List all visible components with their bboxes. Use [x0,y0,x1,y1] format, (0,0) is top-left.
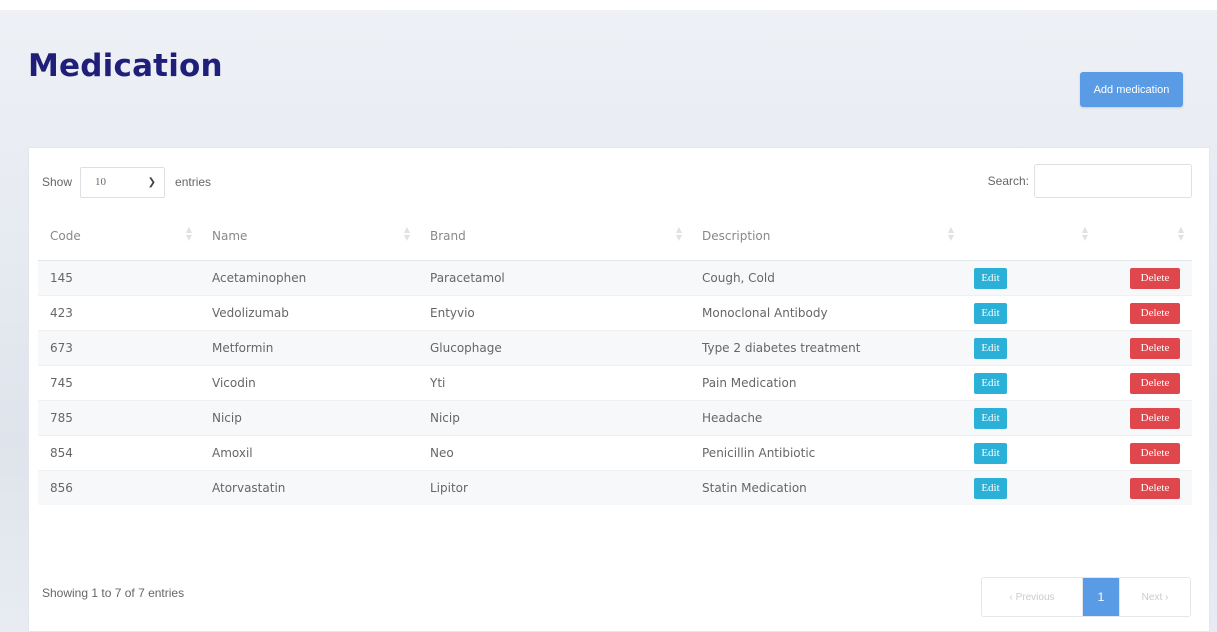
sort-icon: ▲ ▼ [947,225,954,242]
cell-brand: Lipitor [418,470,690,505]
pagination: ‹ Previous 1 Next › [981,577,1191,617]
edit-button[interactable]: Edit [974,302,1007,324]
cell-name: Metformin [200,330,418,366]
cell-brand: Paracetamol [418,260,690,296]
cell-delete: Delete [1096,365,1192,401]
search-input[interactable] [1034,164,1192,198]
column-header-label: Code [50,229,81,243]
table-row: 673 Metformin Glucophage Type 2 diabetes… [38,330,1192,366]
column-header-label: Name [212,229,248,243]
previous-page-button[interactable]: ‹ Previous [982,578,1083,616]
cell-delete: Delete [1096,400,1192,436]
cell-name: Atorvastatin [200,470,418,505]
sort-icon: ▲ ▼ [1081,225,1088,242]
cell-name: Amoxil [200,435,418,471]
entries-select[interactable]: 10 ❯ [80,166,166,198]
cell-description: Type 2 diabetes treatment [690,330,962,366]
table-header-row: Code ▲ ▼ Name ▲ ▼ Brand ▲ ▼ Description ▲ ▼ ▲ ▼ ▲… [38,212,1192,261]
delete-button[interactable]: Delete [1130,407,1180,429]
chevron-down-icon: ❯ [147,176,157,188]
column-header-code[interactable]: Code ▲ ▼ [38,212,200,261]
delete-button[interactable]: Delete [1130,477,1180,499]
medication-panel: Show 10 ❯ entries Search: Code ▲ ▼ Name ▲ ▼ … [28,147,1210,632]
cell-delete: Delete [1096,260,1192,296]
show-label: Show [42,175,73,189]
table-row: 145 Acetaminophen Paracetamol Cough, Col… [38,260,1192,296]
cell-code: 854 [38,435,200,471]
cell-code: 785 [38,400,200,436]
table-info: Showing 1 to 7 of 7 entries [42,586,185,600]
column-header-name[interactable]: Name ▲ ▼ [200,212,418,261]
table-row: 423 Vedolizumab Entyvio Monoclonal Antib… [38,295,1192,331]
cell-brand: Entyvio [418,295,690,331]
cell-description: Pain Medication [690,365,962,401]
delete-button[interactable]: Delete [1130,372,1180,394]
search-control: Search: [988,164,1192,198]
entries-label: entries [175,175,212,189]
sort-icon: ▲ ▼ [675,225,682,242]
cell-brand: Glucophage [418,330,690,366]
cell-description: Statin Medication [690,470,962,505]
cell-code: 673 [38,330,200,366]
next-page-button[interactable]: Next › [1119,578,1190,616]
sort-icon: ▲ ▼ [403,225,410,242]
cell-brand: Neo [418,435,690,471]
column-header-label: Description [702,229,771,243]
edit-button[interactable]: Edit [974,442,1007,464]
edit-button[interactable]: Edit [974,372,1007,394]
delete-button[interactable]: Delete [1130,337,1180,359]
edit-button[interactable]: Edit [974,337,1007,359]
cell-code: 745 [38,365,200,401]
cell-edit: Edit [962,435,1096,471]
cell-code: 856 [38,470,200,505]
page-1-button[interactable]: 1 [1083,578,1119,616]
delete-button[interactable]: Delete [1130,302,1180,324]
table-row: 745 Vicodin Yti Pain Medication Edit Del… [38,365,1192,401]
add-medication-button[interactable]: Add medication [1080,72,1183,107]
edit-button[interactable]: Edit [974,267,1007,289]
cell-edit: Edit [962,470,1096,505]
table-row: 785 Nicip Nicip Headache Edit Delete [38,400,1192,436]
cell-brand: Nicip [418,400,690,436]
medication-table: Code ▲ ▼ Name ▲ ▼ Brand ▲ ▼ Description ▲ ▼ ▲ ▼ ▲… [38,212,1192,505]
column-header-brand[interactable]: Brand ▲ ▼ [418,212,690,261]
cell-description: Monoclonal Antibody [690,295,962,331]
column-header-description[interactable]: Description ▲ ▼ [690,212,962,261]
cell-code: 423 [38,295,200,331]
delete-button[interactable]: Delete [1130,267,1180,289]
sort-icon: ▲ ▼ [1177,225,1184,242]
table-row: 854 Amoxil Neo Penicillin Antibiotic Edi… [38,435,1192,471]
cell-delete: Delete [1096,330,1192,366]
column-header-label: Brand [430,229,466,243]
cell-edit: Edit [962,295,1096,331]
cell-edit: Edit [962,400,1096,436]
table-row: 856 Atorvastatin Lipitor Statin Medicati… [38,470,1192,505]
cell-delete: Delete [1096,470,1192,505]
column-header-edit[interactable]: ▲ ▼ [962,212,1096,261]
cell-name: Vedolizumab [200,295,418,331]
edit-button[interactable]: Edit [974,407,1007,429]
cell-code: 145 [38,260,200,296]
sort-icon: ▲ ▼ [185,225,192,242]
page-title: Medication [28,48,223,84]
delete-button[interactable]: Delete [1130,442,1180,464]
cell-name: Vicodin [200,365,418,401]
cell-brand: Yti [418,365,690,401]
entries-select-value: 10 [95,176,107,188]
cell-description: Penicillin Antibiotic [690,435,962,471]
cell-name: Nicip [200,400,418,436]
search-label: Search: [987,174,1029,188]
edit-button[interactable]: Edit [974,477,1007,499]
cell-description: Headache [690,400,962,436]
top-band [0,0,1217,10]
cell-description: Cough, Cold [690,260,962,296]
cell-edit: Edit [962,330,1096,366]
cell-delete: Delete [1096,435,1192,471]
column-header-delete[interactable]: ▲ ▼ [1096,212,1192,261]
entries-length-control: Show 10 ❯ entries [42,166,212,198]
cell-edit: Edit [962,260,1096,296]
cell-name: Acetaminophen [200,260,418,296]
cell-edit: Edit [962,365,1096,401]
cell-delete: Delete [1096,295,1192,331]
